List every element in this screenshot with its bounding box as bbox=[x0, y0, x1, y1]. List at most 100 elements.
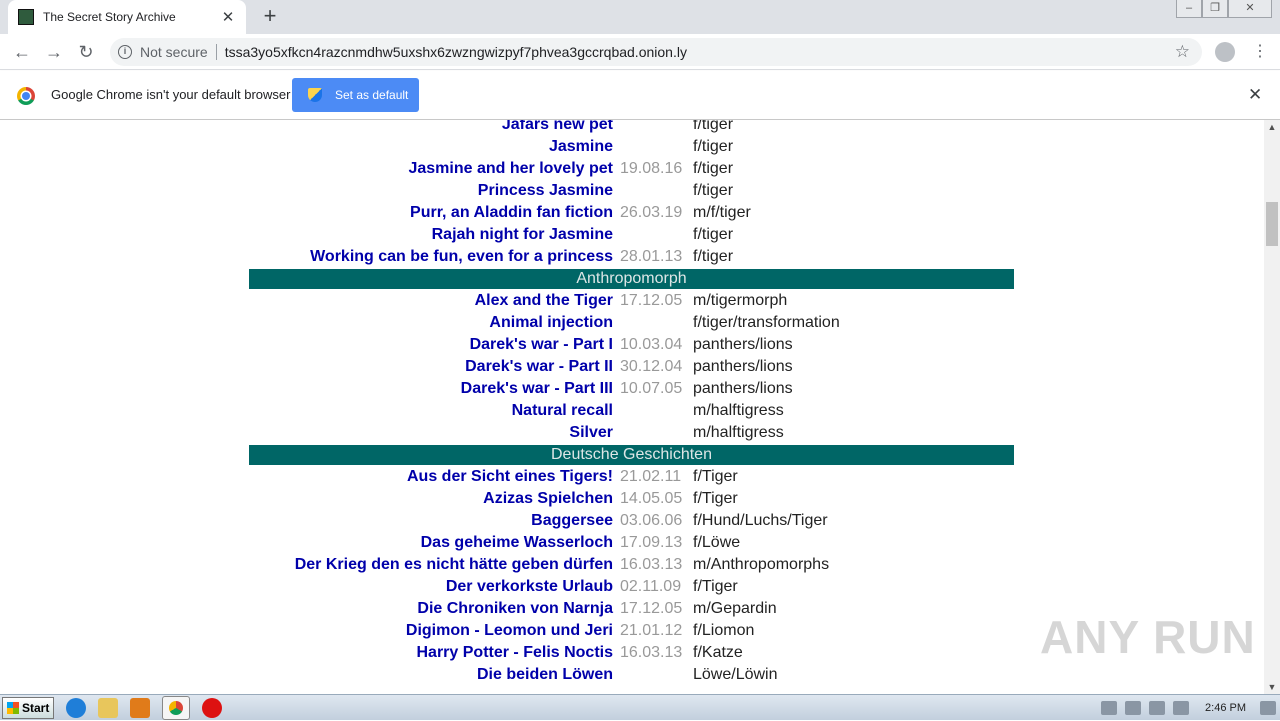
story-title-link[interactable]: Animal injection bbox=[249, 314, 613, 332]
section-header-deutsche: Deutsche Geschichten bbox=[249, 444, 1014, 466]
url-text[interactable]: tssa3yo5xfkcn4razcnmdhw5uxshx6zwzngwizpy… bbox=[225, 44, 1175, 60]
story-date: 16.03.13 bbox=[620, 556, 683, 573]
story-date: 21.02.11 bbox=[620, 468, 682, 485]
story-tags: m/Anthropomorphs bbox=[693, 556, 830, 573]
story-title-link[interactable]: Alex and the Tiger bbox=[249, 292, 613, 310]
network-icon[interactable] bbox=[1149, 701, 1166, 715]
story-tags: Löwe/Löwin bbox=[693, 666, 778, 683]
story-tags: panthers/lions bbox=[693, 380, 793, 397]
story-title-link[interactable]: Darek's war - Part II bbox=[249, 358, 613, 376]
story-title-link[interactable]: Die Chroniken von Narnja bbox=[249, 600, 613, 618]
infobar-close-icon[interactable]: ✕ bbox=[1248, 85, 1262, 105]
story-row: Silver m/halftigress bbox=[249, 422, 1014, 444]
start-button[interactable]: Start bbox=[2, 696, 54, 719]
story-tags: panthers/lions bbox=[693, 358, 793, 375]
story-title-link[interactable]: Der verkorkste Urlaub bbox=[249, 578, 613, 596]
tab-strip: The Secret Story Archive ✕ + – ❐ ✕ bbox=[0, 0, 1280, 34]
story-tags: f/tiger bbox=[693, 120, 734, 133]
browser-toolbar: ← → ↻ i Not secure tssa3yo5xfkcn4razcnmd… bbox=[0, 34, 1280, 70]
tab-close-icon[interactable]: ✕ bbox=[220, 8, 236, 26]
story-tags: panthers/lions bbox=[693, 336, 793, 353]
story-date: 16.03.13 bbox=[620, 644, 683, 661]
story-title-link[interactable]: Darek's war - Part III bbox=[249, 380, 613, 398]
volume-icon[interactable] bbox=[1125, 701, 1142, 715]
story-title-link[interactable]: Aus der Sicht eines Tigers! bbox=[249, 468, 613, 486]
story-tags: f/tiger bbox=[693, 226, 734, 243]
info-icon[interactable]: i bbox=[118, 45, 132, 59]
story-date: 17.12.05 bbox=[620, 600, 683, 617]
profile-avatar-icon[interactable] bbox=[1215, 42, 1235, 62]
story-tags: m/Gepardin bbox=[693, 600, 777, 617]
story-title-link[interactable]: Harry Potter - Felis Noctis bbox=[249, 644, 614, 662]
story-row: Azizas Spielchen 14.05.05 f/Tiger bbox=[249, 488, 1014, 510]
story-row: Rajah night for Jasmine f/tiger bbox=[249, 224, 1014, 246]
story-row: Das geheime Wasserloch 17.09.13 f/Löwe bbox=[249, 532, 1014, 554]
forward-arrow-icon[interactable]: → bbox=[42, 40, 66, 64]
window-controls: – ❐ ✕ bbox=[1176, 0, 1272, 18]
anyrun-watermark: ANY RUN bbox=[1040, 611, 1256, 663]
story-title-link[interactable]: Rajah night for Jasmine bbox=[249, 226, 613, 244]
tray-expand-icon[interactable] bbox=[1101, 701, 1118, 715]
story-tags: f/Liomon bbox=[693, 622, 755, 639]
story-title-link[interactable]: Digimon - Leomon und Jeri bbox=[249, 622, 613, 640]
taskbar-clock[interactable]: 2:46 PM bbox=[1205, 702, 1246, 714]
vertical-scrollbar[interactable]: ▲ ▼ bbox=[1264, 120, 1280, 694]
story-title-link[interactable]: Azizas Spielchen bbox=[249, 490, 613, 508]
minimize-button[interactable]: – bbox=[1176, 0, 1202, 18]
story-group-anthropomorph: Alex and the Tiger 17.12.05 m/tigermorph An… bbox=[249, 290, 1014, 444]
story-row: Jafars new pet f/tiger bbox=[249, 120, 1014, 136]
story-date: 21.01.12 bbox=[620, 622, 683, 639]
story-group-deutsche: Aus der Sicht eines Tigers! 21.02.11 f/Tig… bbox=[249, 466, 1014, 686]
bookmark-star-icon[interactable]: ☆ bbox=[1175, 42, 1190, 62]
story-date: 17.12.05 bbox=[620, 292, 683, 309]
story-row: Der verkorkste Urlaub 02.11.09 f/Tiger bbox=[249, 576, 1014, 598]
story-title-link[interactable]: Jafars new pet bbox=[249, 120, 613, 134]
story-row: Princess Jasmine f/tiger bbox=[249, 180, 1014, 202]
story-title-link[interactable]: Der Krieg den es nicht hätte geben dürfe… bbox=[249, 556, 613, 574]
scroll-down-arrow-icon[interactable]: ▼ bbox=[1264, 680, 1280, 694]
chrome-taskbar-icon[interactable] bbox=[162, 695, 190, 720]
internet-explorer-icon[interactable] bbox=[66, 697, 86, 718]
story-row: Working can be fun, even for a princess 2… bbox=[249, 246, 1014, 268]
set-as-default-button[interactable]: Set as default bbox=[292, 78, 419, 112]
new-tab-button[interactable]: + bbox=[258, 5, 282, 29]
show-desktop-icon[interactable] bbox=[1260, 701, 1276, 715]
story-title-link[interactable]: Die beiden Löwen bbox=[249, 666, 613, 684]
media-player-icon[interactable] bbox=[130, 697, 150, 718]
story-tags: m/halftigress bbox=[693, 402, 784, 419]
infobar-message: Google Chrome isn't your default browser bbox=[51, 87, 291, 102]
story-title-link[interactable]: Das geheime Wasserloch bbox=[249, 534, 613, 552]
story-title-link[interactable]: Baggersee bbox=[249, 512, 613, 530]
story-tags: m/tigermorph bbox=[693, 292, 788, 309]
story-row: Alex and the Tiger 17.12.05 m/tigermorph bbox=[249, 290, 1014, 312]
story-title-link[interactable]: Working can be fun, even for a princess bbox=[249, 248, 613, 266]
story-title-link[interactable]: Jasmine and her lovely pet bbox=[249, 160, 613, 178]
action-center-flag-icon[interactable] bbox=[1173, 701, 1190, 715]
story-title-link[interactable]: Natural recall bbox=[249, 402, 613, 420]
story-title-link[interactable]: Princess Jasmine bbox=[249, 182, 613, 200]
story-row: Natural recall m/halftigress bbox=[249, 400, 1014, 422]
file-explorer-icon[interactable] bbox=[98, 697, 118, 718]
page-content: Jafars new pet f/tiger Jasmine f/tiger Jasmi… bbox=[0, 120, 1264, 694]
scroll-up-arrow-icon[interactable]: ▲ bbox=[1264, 120, 1280, 134]
reload-icon[interactable]: ↻ bbox=[74, 40, 98, 64]
story-title-link[interactable]: Darek's war - Part I bbox=[249, 336, 613, 354]
browser-tab[interactable]: The Secret Story Archive ✕ bbox=[8, 0, 246, 34]
story-listing: Jafars new pet f/tiger Jasmine f/tiger Jasmi… bbox=[249, 120, 1014, 686]
story-row: Jasmine and her lovely pet 19.08.16 f/tige… bbox=[249, 158, 1014, 180]
story-date: 17.09.13 bbox=[620, 534, 683, 551]
restore-button[interactable]: ❐ bbox=[1202, 0, 1228, 18]
menu-kebab-icon[interactable]: ⋮ bbox=[1252, 40, 1268, 64]
stop-sign-icon[interactable] bbox=[202, 697, 222, 718]
window-close-button[interactable]: ✕ bbox=[1228, 0, 1272, 18]
set-as-default-label: Set as default bbox=[335, 88, 409, 102]
story-tags: f/tiger/transformation bbox=[693, 314, 840, 331]
story-title-link[interactable]: Purr, an Aladdin fan fiction bbox=[249, 204, 613, 222]
scrollbar-thumb[interactable] bbox=[1266, 202, 1278, 246]
address-bar[interactable]: i Not secure tssa3yo5xfkcn4razcnmdhw5uxs… bbox=[110, 38, 1202, 66]
back-arrow-icon[interactable]: ← bbox=[10, 40, 34, 64]
story-tags: f/Tiger bbox=[693, 490, 738, 507]
story-title-link[interactable]: Jasmine bbox=[249, 138, 613, 156]
story-title-link[interactable]: Silver bbox=[249, 424, 613, 442]
story-date: 14.05.05 bbox=[620, 490, 683, 507]
